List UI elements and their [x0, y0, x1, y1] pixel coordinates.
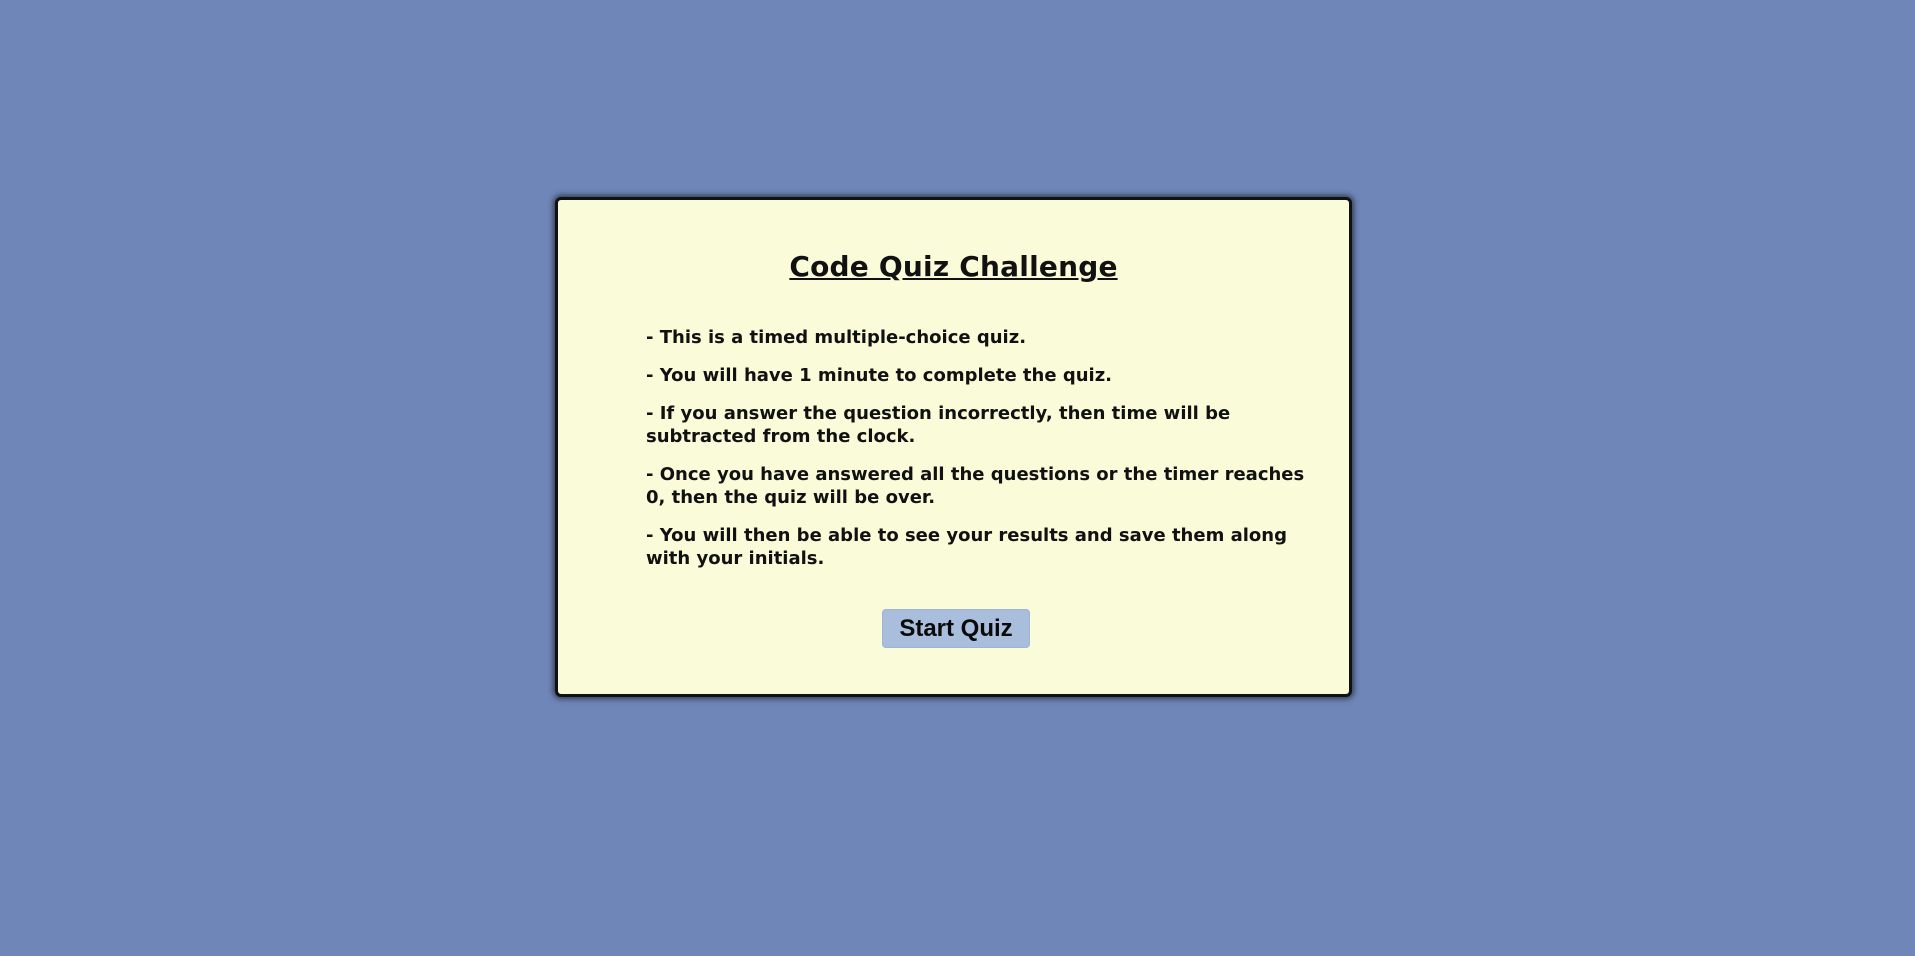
- quiz-rule: - You will then be able to see your resu…: [646, 525, 1287, 569]
- quiz-intro-card: Code Quiz Challenge - This is a timed mu…: [555, 197, 1352, 697]
- quiz-rule: - This is a timed multiple-choice quiz.: [646, 327, 1027, 348]
- quiz-title: Code Quiz Challenge: [789, 250, 1118, 283]
- start-quiz-button[interactable]: Start Quiz: [882, 609, 1030, 648]
- quiz-rule: - You will have 1 minute to complete the…: [646, 365, 1113, 386]
- quiz-rule: - Once you have answered all the questio…: [646, 464, 1305, 508]
- quiz-rules-list: - This is a timed multiple-choice quiz. …: [646, 326, 1306, 585]
- quiz-rule: - If you answer the question incorrectly…: [646, 403, 1231, 447]
